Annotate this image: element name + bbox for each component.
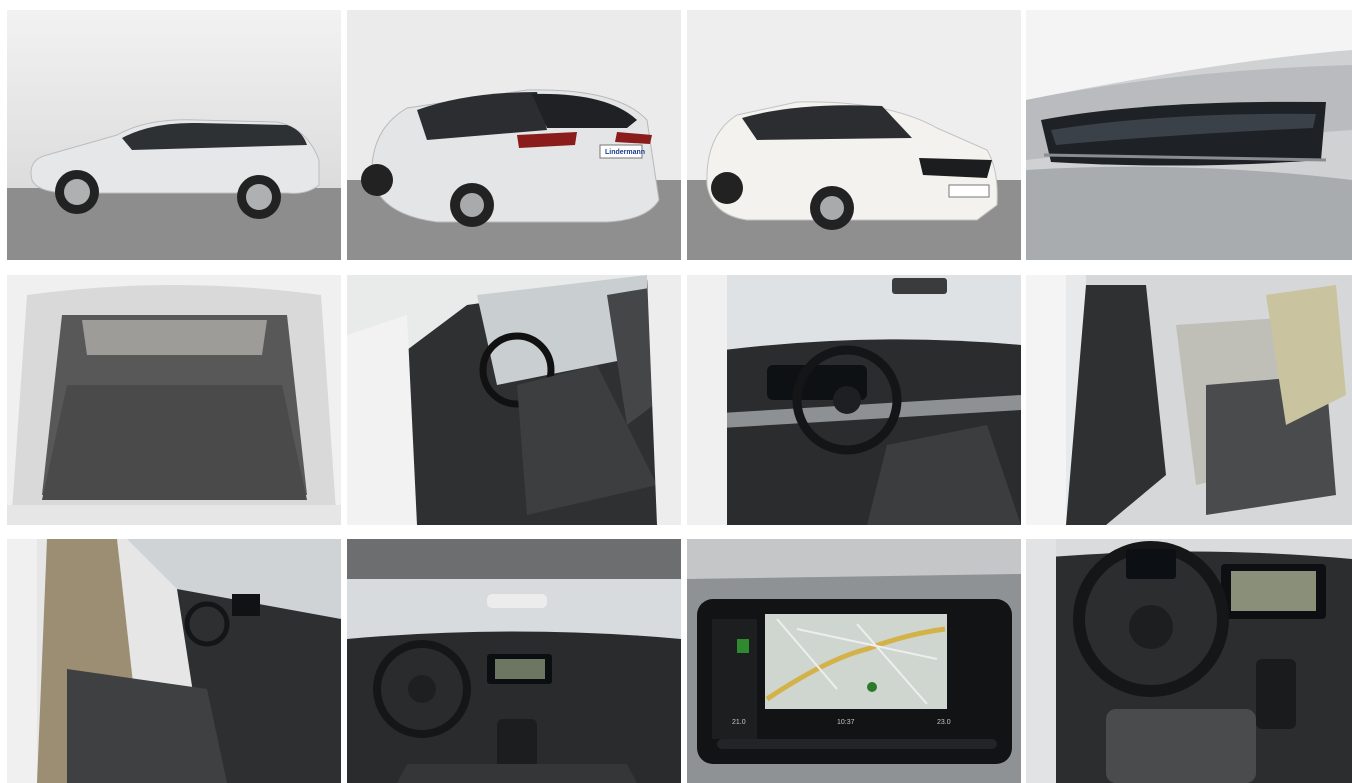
temp-left-text: 21.0 — [732, 719, 746, 726]
photo-front-three-quarter[interactable] — [687, 10, 1021, 260]
photo-full-dashboard[interactable] — [347, 539, 681, 783]
photo-infotainment-navigation[interactable]: 21.0 10:37 23.0 — [687, 539, 1021, 783]
dashboard-image — [687, 275, 1021, 525]
front-view-image — [687, 10, 1021, 260]
infotainment-image: 21.0 10:37 23.0 — [687, 539, 1021, 783]
driver-door-image — [347, 275, 681, 525]
dealer-plate-text: Lindermann — [605, 149, 645, 156]
photo-side-view[interactable] — [7, 10, 341, 260]
trunk-image — [7, 275, 341, 525]
passenger-interior-image — [7, 539, 341, 783]
rear-view-image: Lindermann — [347, 10, 681, 260]
photo-passenger-side-interior[interactable] — [7, 539, 341, 783]
photo-trunk[interactable] — [7, 275, 341, 525]
headlight-image — [1026, 10, 1352, 260]
photo-driver-door-open[interactable] — [347, 275, 681, 525]
photo-dashboard-driver-side[interactable] — [687, 275, 1021, 525]
temp-right-text: 23.0 — [937, 719, 951, 726]
photo-rear-seats[interactable] — [1026, 275, 1352, 525]
photo-rear-three-quarter[interactable]: Lindermann — [347, 10, 681, 260]
full-dashboard-image — [347, 539, 681, 783]
photo-steering-wheel-cockpit[interactable] — [1026, 539, 1352, 783]
photo-headlight-closeup[interactable] — [1026, 10, 1352, 260]
photo-gallery: Lindermann 21.0 10:37 23.0 — [0, 0, 1352, 783]
rear-seats-image — [1026, 275, 1352, 525]
cockpit-image — [1026, 539, 1352, 783]
side-view-image — [7, 10, 341, 260]
clock-text: 10:37 — [837, 719, 855, 726]
